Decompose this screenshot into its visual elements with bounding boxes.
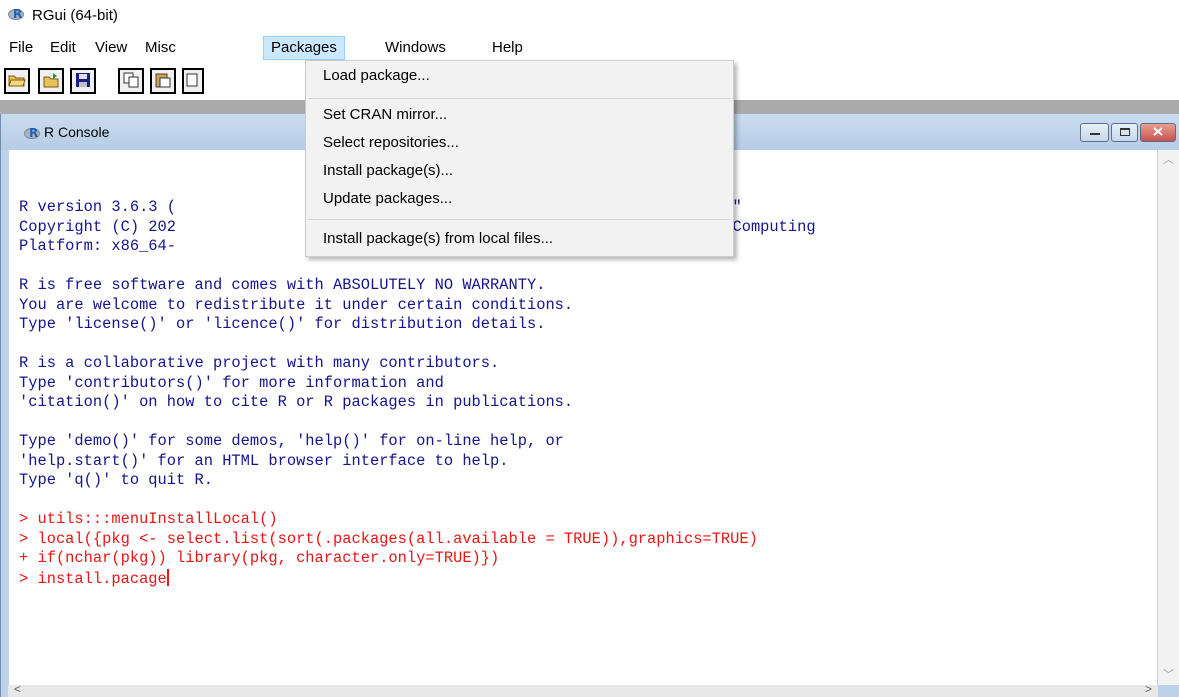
console-input-line: + if(nchar(pkg)) library(pkg, character.…: [19, 549, 500, 567]
console-output-line: R version 3.6.3 (: [19, 198, 177, 216]
copy-paste-button[interactable]: [182, 68, 204, 94]
menu-file[interactable]: File: [2, 36, 40, 60]
scroll-down-icon[interactable]: ﹀: [1158, 665, 1179, 685]
load-workspace-button[interactable]: [38, 68, 64, 94]
maximize-button[interactable]: [1111, 123, 1138, 142]
paste-icon: [155, 72, 171, 91]
app-title-bar: R RGui (64-bit): [0, 0, 1179, 30]
copy-icon: [123, 72, 139, 91]
scroll-up-icon[interactable]: ︿: [1158, 150, 1179, 170]
console-output-line: 'citation()' on how to cite R or R packa…: [19, 393, 574, 411]
console-output-line: 'help.start()' for an HTML browser inter…: [19, 451, 509, 470]
scroll-left-icon[interactable]: <: [14, 682, 21, 696]
text-cursor: [166, 568, 169, 586]
vertical-scrollbar[interactable]: ︿ ﹀: [1158, 150, 1179, 685]
close-button[interactable]: [1140, 123, 1176, 142]
horizontal-scrollbar[interactable]: < >: [8, 682, 1158, 697]
r-logo-icon: R: [8, 7, 26, 22]
menu-bar: File Edit View Misc Packages Windows Hel…: [0, 36, 1179, 60]
r-logo-icon: R: [24, 126, 42, 141]
console-output-line: Copyright (C) 202: [19, 217, 177, 236]
menu-separator: [308, 219, 731, 220]
console-output-line: Type 'demo()' for some demos, 'help()' f…: [19, 432, 564, 450]
maximize-icon: [1119, 127, 1130, 139]
copy-paste-icon: [186, 72, 200, 91]
console-output-line: Type 'license()' or 'licence()' for dist…: [19, 315, 546, 333]
menu-item-install-from-local-files[interactable]: Install package(s) from local files...: [323, 230, 553, 247]
open-folder-icon: [8, 72, 26, 91]
menu-item-select-repositories[interactable]: Select repositories...: [323, 134, 459, 151]
console-output-line: R is free software and comes with ABSOLU…: [19, 276, 546, 294]
scroll-right-icon[interactable]: >: [1145, 682, 1152, 696]
paste-button[interactable]: [150, 68, 176, 94]
console-input-line: > local({pkg <- select.list(sort(.packag…: [19, 529, 758, 548]
menu-edit[interactable]: Edit: [43, 36, 83, 60]
console-input-line: > install.pacage: [19, 569, 167, 588]
menu-item-install-packages[interactable]: Install package(s)...: [323, 162, 453, 179]
packages-dropdown-menu: Load package... Set CRAN mirror... Selec…: [305, 60, 734, 257]
menu-item-load-package[interactable]: Load package...: [323, 67, 430, 84]
menu-misc[interactable]: Misc: [138, 36, 183, 60]
console-output-line: Type 'contributors()' for more informati…: [19, 373, 444, 392]
menu-item-set-cran-mirror[interactable]: Set CRAN mirror...: [323, 106, 447, 123]
menu-windows[interactable]: Windows: [378, 36, 453, 60]
open-folder-button[interactable]: [4, 68, 30, 94]
menu-item-update-packages[interactable]: Update packages...: [323, 190, 452, 207]
console-output-line: Platform: x86_64-: [19, 237, 177, 255]
menu-help[interactable]: Help: [485, 36, 530, 60]
console-output-line: R is a collaborative project with many c…: [19, 354, 500, 372]
menu-packages[interactable]: Packages: [263, 36, 345, 60]
app-title: RGui (64-bit): [32, 6, 118, 24]
save-icon: [75, 72, 91, 91]
save-button[interactable]: [70, 68, 96, 94]
load-workspace-icon: [42, 72, 60, 91]
menu-view[interactable]: View: [88, 36, 134, 60]
console-output-line: Type 'q()' to quit R.: [19, 471, 213, 489]
menu-separator: [308, 98, 731, 99]
r-console-title: R Console: [44, 124, 110, 140]
console-input-line: > utils:::menuInstallLocal(): [19, 510, 278, 528]
console-output-line: You are welcome to redistribute it under…: [19, 295, 574, 314]
close-icon: [1153, 126, 1163, 139]
copy-button[interactable]: [118, 68, 144, 94]
minimize-button[interactable]: [1080, 123, 1109, 142]
minimize-icon: [1089, 127, 1100, 139]
